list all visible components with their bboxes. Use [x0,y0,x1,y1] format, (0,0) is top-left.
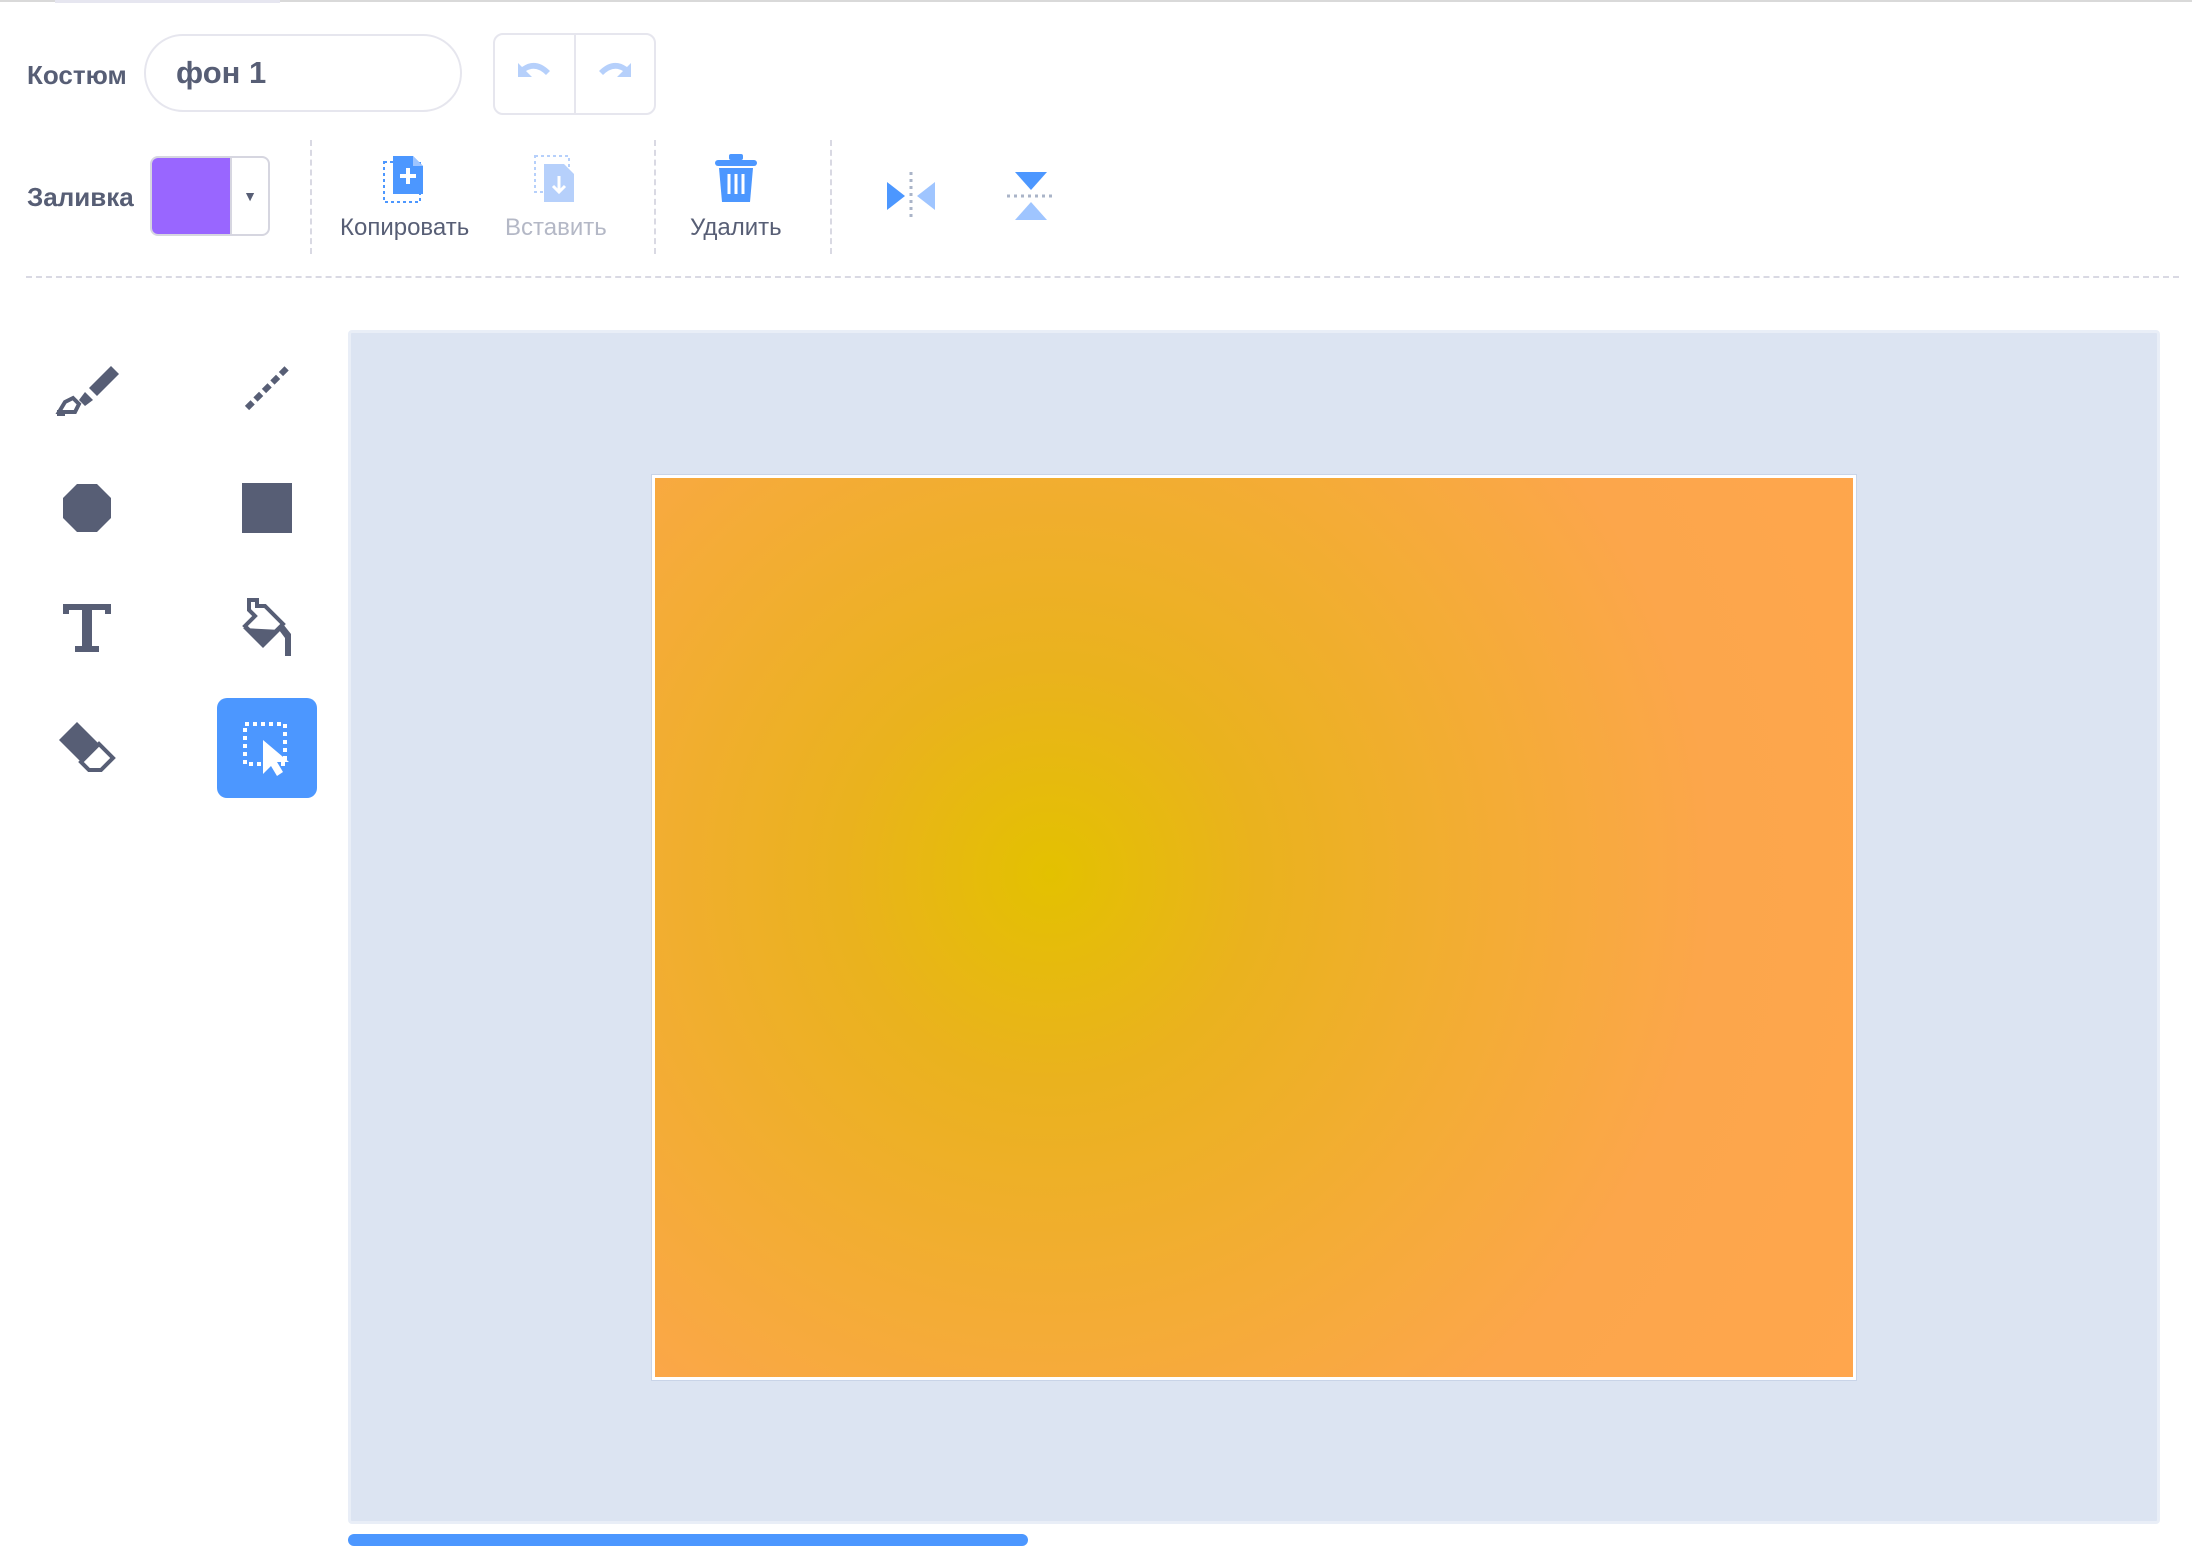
rectangle-tool[interactable] [217,458,317,558]
copy-button[interactable]: Копировать [340,154,469,242]
line-tool[interactable] [217,338,317,438]
text-tool[interactable] [37,578,137,678]
top-border [0,0,2192,2]
line-icon [244,365,290,411]
undo-redo-group [493,33,656,115]
circle-icon [63,484,111,532]
text-icon [63,604,111,652]
delete-button[interactable]: Удалить [690,154,782,242]
flip-vertical-icon [1007,172,1055,220]
select-tool[interactable] [217,698,317,798]
redo-button[interactable] [573,35,655,113]
eraser-icon [59,722,116,772]
eraser-tool[interactable] [37,698,137,798]
paste-button[interactable]: Вставить [505,154,607,242]
rectangle-icon [242,483,292,533]
horizontal-scrollbar[interactable] [348,1534,1028,1546]
trash-icon [714,154,757,202]
paste-icon [533,155,574,202]
delete-label: Удалить [690,214,782,241]
flip-horizontal-button[interactable] [883,170,939,227]
fill-bucket-icon [242,598,291,656]
copy-label: Копировать [340,214,470,241]
fill-label: Заливка [27,182,134,212]
fill-color-picker[interactable]: ▼ [150,156,270,236]
toolbar-bottom-divider [26,276,2179,278]
circle-tool[interactable] [37,458,137,558]
undo-icon [518,62,551,77]
costume-name-input[interactable] [144,34,462,112]
dropdown-arrow-icon: ▼ [230,158,268,234]
toolbar-divider [310,140,312,254]
flip-horizontal-icon [887,172,935,220]
toolbar-divider [654,140,656,254]
top-tab-indicator [55,0,280,3]
paste-label: Вставить [505,214,607,241]
toolbar-divider [830,140,832,254]
undo-button[interactable] [495,35,574,113]
costume-backdrop-image[interactable] [651,474,1857,1381]
select-icon [243,722,289,776]
flip-vertical-button[interactable] [1003,168,1059,229]
brush-icon [55,366,119,416]
brush-tool[interactable] [37,338,137,438]
fill-tool[interactable] [217,578,317,678]
costume-label: Костюм [27,60,127,90]
fill-color-swatch [152,158,230,234]
redo-icon [598,62,631,77]
copy-icon [382,156,423,203]
